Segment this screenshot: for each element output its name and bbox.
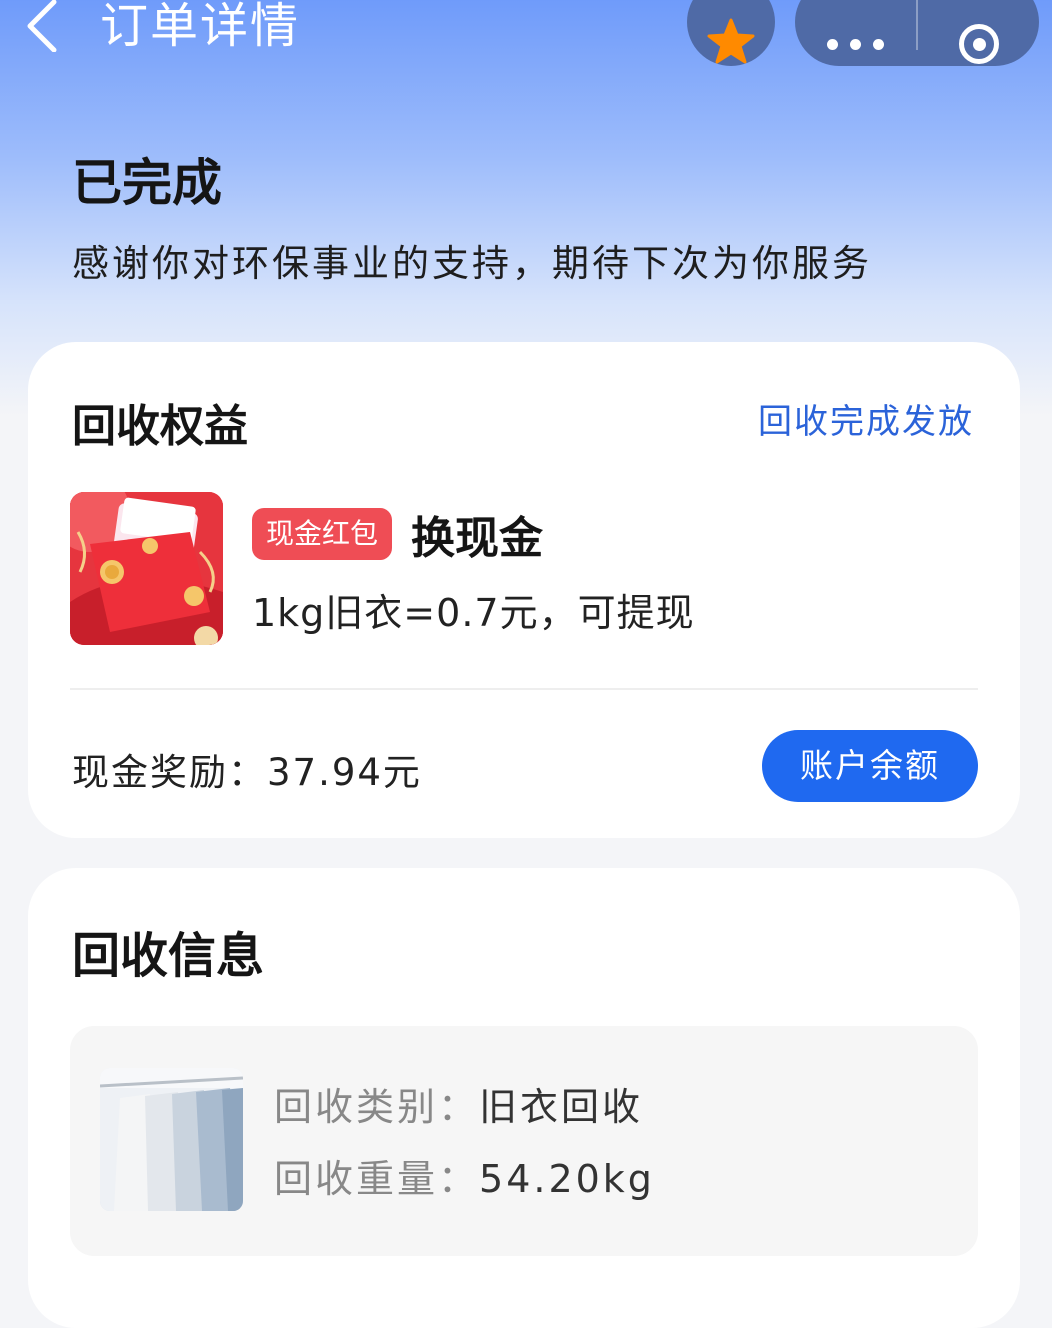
weight-value: 54.20kg (479, 1157, 655, 1201)
clothes-photo (100, 1068, 243, 1211)
more-dot-icon (826, 38, 838, 50)
star-icon (707, 18, 755, 64)
close-mini-program-button[interactable] (919, 0, 1039, 66)
capsule-divider (916, 0, 918, 50)
order-status-description: 感谢你对环保事业的支持，期待下次为你服务 (72, 242, 872, 285)
order-status-title: 已完成 (72, 154, 222, 212)
weight-label: 回收重量： (274, 1157, 480, 1201)
more-menu-button[interactable] (795, 0, 915, 66)
cash-red-packet-tag: 现金红包 (252, 508, 393, 560)
nav-title: 订单详情 (100, 0, 301, 54)
category-label: 回收类别： (274, 1085, 480, 1129)
account-balance-button[interactable]: 账户余额 (762, 730, 978, 802)
benefit-title: 换现金 (411, 513, 543, 564)
category-value: 旧衣回收 (479, 1085, 644, 1129)
card-divider (70, 688, 978, 690)
benefit-description: 1kg旧衣=0.7元，可提现 (252, 591, 695, 635)
mini-program-capsule (795, 0, 1039, 66)
red-packet-image (70, 492, 223, 645)
cash-reward-amount: 现金奖励：37.94元 (72, 751, 422, 794)
recycle-info-card: 回收信息 回收类别：旧衣回收 回收重量：54.20kg (28, 868, 1020, 1328)
more-dot-icon (849, 38, 861, 50)
recycle-category-row: 回收类别：旧衣回收 (274, 1076, 643, 1131)
recycle-info-box: 回收类别：旧衣回收 回收重量：54.20kg (70, 1026, 978, 1256)
recycle-rights-card: 回收权益 回收完成发放 现金红包 换现金 1kg旧衣=0.7元，可提现 现金奖励… (28, 342, 1020, 838)
info-heading: 回收信息 (72, 928, 265, 984)
target-circle-icon (959, 24, 999, 64)
rights-heading: 回收权益 (72, 401, 248, 452)
more-dot-icon (872, 38, 884, 50)
back-arrow-icon[interactable] (22, 0, 62, 53)
recycle-weight-row: 回收重量：54.20kg (274, 1148, 655, 1203)
issued-status-link[interactable]: 回收完成发放 (758, 394, 974, 443)
